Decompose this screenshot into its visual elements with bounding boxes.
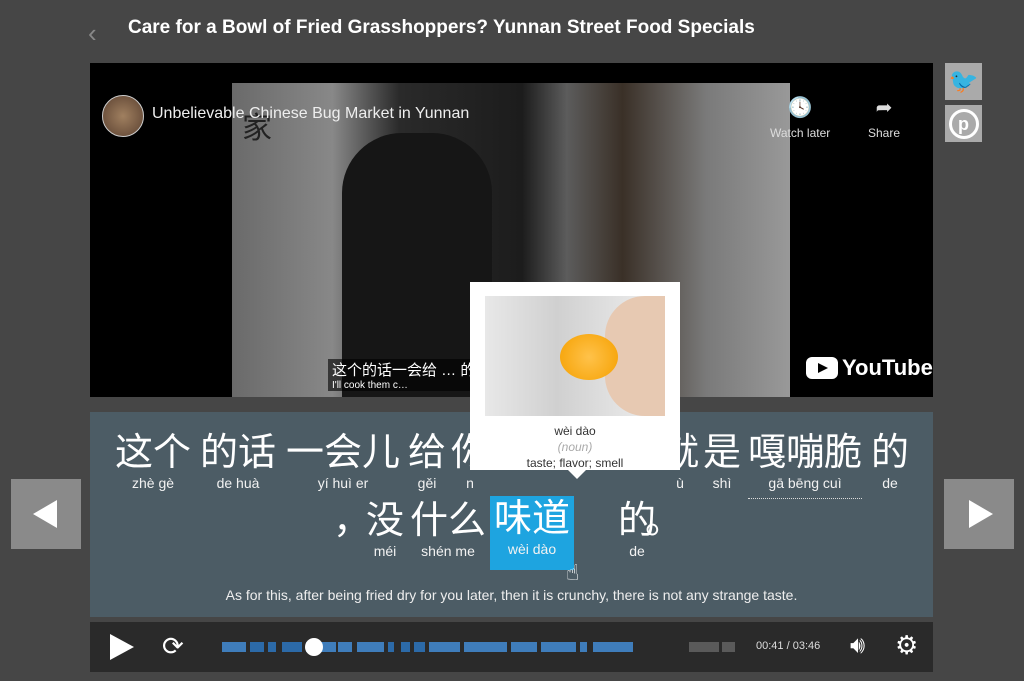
progress-segment [511, 642, 538, 652]
word-hanzi: 没 [366, 498, 405, 542]
popup-part-of-speech: (noun) [557, 440, 593, 454]
progress-segment [689, 642, 720, 652]
progress-segment [463, 642, 508, 652]
word-hanzi: 一会儿 [286, 430, 401, 474]
word-hanzi: 的 [871, 430, 910, 474]
subtitle-word[interactable]: 一会儿 yí huì er [286, 430, 400, 492]
word-hanzi: 嘎嘣脆 [748, 430, 863, 474]
subtitle-word[interactable]: 给 gěi [408, 430, 446, 492]
play-icon[interactable] [110, 634, 134, 660]
subtitle-word[interactable]: 这个 zhè gè [115, 430, 191, 492]
pinterest-share-button[interactable]: p [945, 105, 982, 142]
watch-later-label: Watch later [770, 126, 831, 140]
word-hanzi: 这个 [115, 430, 192, 474]
progress-bar[interactable] [222, 638, 735, 656]
watch-later-button[interactable]: 🕓 Watch later [770, 95, 830, 140]
word-pinyin: gā bēng cuì [748, 474, 863, 499]
progress-segment [388, 642, 395, 652]
word-pinyin: méi [373, 543, 397, 559]
word-pinyin: zhè gè [131, 475, 175, 491]
next-button[interactable] [944, 479, 1014, 549]
subtitle-word[interactable]: 是 shì [703, 430, 741, 492]
back-button[interactable]: ‹ [88, 18, 97, 49]
current-time: 00:41 [756, 640, 784, 652]
time-display: 00:41 / 03:46 [756, 640, 821, 652]
word-pinyin: shì [712, 475, 732, 491]
word-pinyin: yí huì er [317, 475, 369, 491]
subtitle-word[interactable]: 什么 shén me [410, 498, 486, 560]
word-pinyin: shén me [421, 543, 475, 559]
burned-subtitle-zh: 这个的话一会给 … 的 [332, 362, 476, 379]
replay-icon[interactable]: ⟳ [162, 631, 184, 662]
word-pinyin: n [466, 475, 474, 491]
subtitle-word[interactable]: 的 de [871, 430, 909, 492]
progress-segment [222, 642, 246, 652]
subtitle-word[interactable]: 味道 wèi dào [490, 496, 575, 570]
progress-segment [413, 642, 426, 652]
arrow-right-icon [969, 500, 993, 528]
previous-button[interactable] [11, 479, 81, 549]
progress-segment [722, 642, 735, 652]
progress-segment [281, 642, 303, 652]
burned-subtitle-en: I'll cook them c… [332, 380, 408, 391]
clock-icon: 🕓 [787, 97, 813, 119]
progress-segment [400, 642, 410, 652]
progress-segment [338, 642, 352, 652]
word-pinyin: de [882, 475, 898, 491]
popup-image [485, 296, 665, 416]
word-hanzi: 。 [645, 498, 684, 542]
chevron-left-icon: ‹ [88, 18, 97, 48]
popup-pinyin: wèi dào [554, 424, 596, 438]
share-label: Share [868, 126, 901, 140]
word-pinyin: de huà [216, 475, 260, 491]
youtube-play-icon [806, 357, 838, 379]
hand-cursor-icon: ☝ [566, 560, 580, 585]
word-pinyin: wèi dào [507, 541, 557, 557]
pinterest-icon: p [948, 108, 979, 139]
word-pinyin: de [629, 543, 645, 559]
volume-icon[interactable]: 🔊︎ [850, 632, 865, 660]
youtube-logo-text: YouTube [842, 355, 933, 380]
player-controls: ⟳ 00:41 / 03:46 🔊︎ ⚙ [90, 622, 933, 672]
translation-text: As for this, after being fried dry for y… [225, 587, 798, 603]
word-pinyin: ù [676, 475, 684, 491]
word-hanzi: 的话 [200, 430, 277, 474]
progress-segment [250, 642, 265, 652]
progress-handle[interactable] [305, 638, 324, 656]
twitter-icon: 🐦 [948, 68, 979, 95]
word-hanzi: 给 [408, 430, 447, 474]
word-hanzi: 是 [703, 430, 742, 474]
word-hanzi: 什么 [410, 498, 487, 542]
twitter-share-button[interactable]: 🐦 [945, 63, 982, 100]
word-hanzi: 味道 [494, 496, 571, 540]
progress-segment [540, 642, 576, 652]
progress-segment [579, 642, 587, 652]
progress-segment [593, 642, 633, 652]
dictionary-popup: wèi dào (noun) taste; flavor; smell [470, 282, 680, 479]
progress-segment [357, 642, 384, 652]
youtube-logo[interactable]: YouTube [806, 355, 933, 381]
share-button[interactable]: ➦ Share [868, 95, 900, 140]
total-time: 03:46 [792, 640, 821, 652]
subtitle-word[interactable]: 的话 de huà [200, 430, 276, 492]
video-title-link[interactable]: Unbelievable Chinese Bug Market in Yunna… [152, 105, 469, 123]
subtitle-word: 。 [645, 498, 683, 542]
progress-segment [268, 642, 276, 652]
share-arrow-icon: ➦ [875, 97, 893, 119]
arrow-left-icon [33, 500, 57, 528]
progress-segment [429, 642, 461, 652]
popup-definition: taste; flavor; smell [526, 456, 624, 470]
word-pinyin: gěi [417, 475, 437, 491]
channel-avatar[interactable] [102, 95, 144, 137]
burned-subtitle: 这个的话一会给 … 的 I'll cook them c… [328, 359, 480, 391]
subtitle-word[interactable]: 没 méi [366, 498, 404, 560]
page-title: Care for a Bowl of Fried Grasshoppers? Y… [128, 17, 755, 38]
gear-icon[interactable]: ⚙ [895, 630, 918, 661]
subtitle-word[interactable]: 嘎嘣脆 gā bēng cuì [748, 430, 863, 499]
image-orange [560, 334, 618, 380]
